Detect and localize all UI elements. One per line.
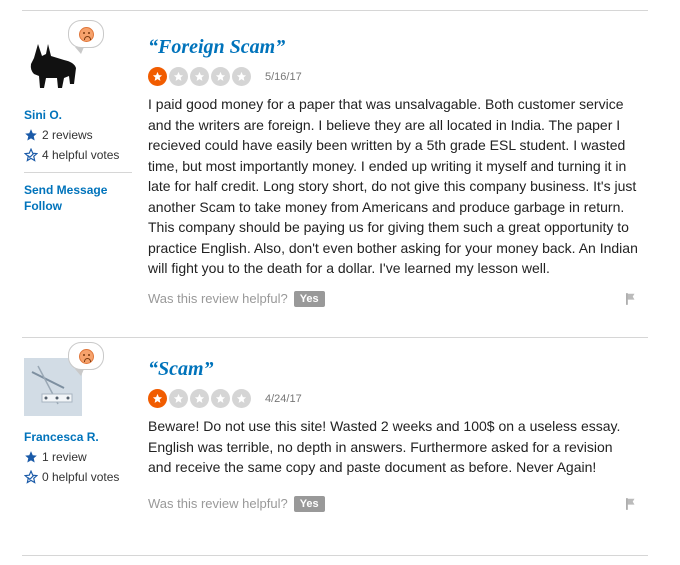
review-date: 4/24/17 [265,392,302,405]
flag-icon[interactable] [624,497,638,511]
avatar-wrap [24,20,104,100]
helpful-bar: Was this review helpful? Yes [148,290,638,307]
helpful-vote-count: 4 helpful votes [24,148,136,162]
star-icon [194,393,205,403]
rating-star-1 [148,389,167,408]
review-count: 1 review [24,450,136,464]
flag-icon[interactable] [624,292,638,306]
review-title[interactable]: “Foreign Scam” [148,36,638,59]
star-icon [236,71,247,81]
review-text: Beware! Do not use this site! Wasted 2 w… [148,418,621,475]
star-icon [236,393,247,403]
helpful-bar: Was this review helpful? Yes [148,495,638,512]
avatar-wrap [24,342,104,422]
helpful-star-icon [24,470,38,484]
helpful-prompt: Was this review helpful? [148,496,288,511]
helpful-vote-count: 0 helpful votes [24,470,136,484]
top-divider [22,10,648,11]
review-count-label: 2 reviews [42,128,93,142]
star-icon [215,393,226,403]
sad-face-icon [78,348,94,364]
review-date: 5/16/17 [265,70,302,83]
rating-star-4 [211,67,230,86]
sentiment-bubble [68,20,104,54]
review-count: 2 reviews [24,128,136,142]
rating-star-3 [190,67,209,86]
rating-star-5 [232,67,251,86]
review-divider [22,337,648,338]
review-title[interactable]: “Scam” [148,358,638,381]
star-icon [152,393,163,403]
reviewer-name[interactable]: Francesca R. [24,430,136,444]
reviewer-sidebar: Sini O. 2 reviews 4 helpful votes Send M… [24,20,136,213]
yes-button[interactable]: Yes [293,290,325,307]
bottom-divider [22,555,648,556]
review-text: I paid good money for a paper that was u… [148,96,638,276]
sidebar-divider [24,172,132,173]
review-count-label: 1 review [42,450,87,464]
helpful-vote-label: 0 helpful votes [42,470,120,484]
star-icon [173,71,184,81]
reviewer-name[interactable]: Sini O. [24,108,136,122]
helpful-prompt: Was this review helpful? [148,291,288,306]
star-rating: 5/16/17 [148,67,638,86]
star-icon [173,393,184,403]
star-icon [152,71,163,81]
follow-link[interactable]: Follow [24,199,136,213]
helpful-star-icon [24,148,38,162]
rating-star-5 [232,389,251,408]
rating-star-4 [211,389,230,408]
star-icon [215,71,226,81]
rating-star-3 [190,389,209,408]
helpful-vote-label: 4 helpful votes [42,148,120,162]
rating-star-2 [169,67,188,86]
reviewer-sidebar: Francesca R. 1 review 0 helpful votes [24,342,136,484]
send-message-link[interactable]: Send Message [24,183,136,197]
rating-star-2 [169,389,188,408]
sentiment-bubble [68,342,104,376]
star-icon [194,71,205,81]
rating-star-1 [148,67,167,86]
star-icon [25,129,37,141]
sad-face-icon [78,26,94,42]
star-rating: 4/24/17 [148,389,638,408]
review-content: “Foreign Scam” 5/16/17 I paid good money… [148,36,638,307]
star-icon [25,451,37,463]
yes-button[interactable]: Yes [293,495,325,512]
review-content: “Scam” 4/24/17 Beware! Do not use this s… [148,358,638,512]
